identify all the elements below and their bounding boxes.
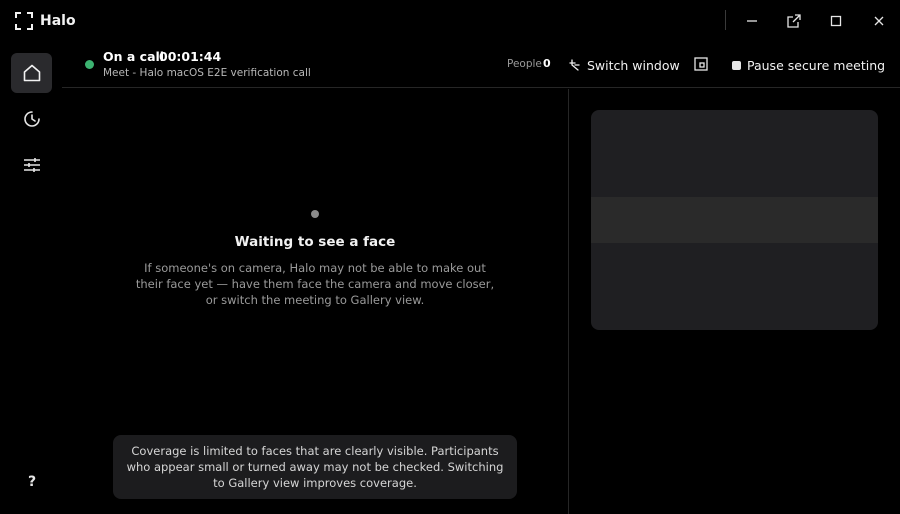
preview-band	[591, 197, 878, 243]
help-button[interactable]: ?	[22, 474, 42, 494]
clock-icon	[23, 111, 40, 127]
waiting-title: Waiting to see a face	[234, 234, 396, 250]
popout-icon	[787, 14, 801, 28]
coverage-note: Coverage is limited to faces that are cl…	[113, 435, 517, 499]
home-icon	[23, 64, 40, 82]
panel-divider	[568, 89, 569, 514]
stop-icon	[732, 60, 741, 70]
call-status-dot	[85, 60, 94, 69]
sliders-icon	[23, 158, 40, 172]
switch-icon	[569, 59, 580, 71]
scan-frame-icon	[15, 12, 33, 30]
minimize-button[interactable]	[739, 8, 765, 34]
sidebar-item-home[interactable]	[11, 53, 52, 93]
main-panel: Waiting to see a face If someone's on ca…	[62, 89, 568, 514]
sidebar: ?	[0, 42, 62, 514]
pause-secure-meeting-label: Pause secure meeting	[747, 57, 886, 73]
call-status: On a call	[103, 49, 165, 64]
waiting-body: If someone's on camera, Halo may not be …	[135, 261, 495, 307]
maximize-button[interactable]	[823, 8, 849, 34]
people-count: 0	[543, 57, 551, 70]
switch-window-label: Switch window	[587, 57, 680, 73]
layout-icon	[694, 57, 708, 71]
close-icon	[874, 16, 884, 26]
close-button[interactable]	[866, 8, 892, 34]
pause-secure-meeting-button[interactable]: Pause secure meeting	[732, 54, 885, 76]
call-header: On a call 00:01:44 Meet - Halo macOS E2E…	[62, 42, 900, 88]
minimize-icon	[747, 20, 757, 22]
sidebar-item-history[interactable]	[11, 99, 52, 139]
sidebar-item-settings[interactable]	[11, 145, 52, 185]
waiting-indicator	[311, 210, 319, 218]
maximize-icon	[830, 15, 842, 27]
call-subtitle: Meet - Halo macOS E2E verification call	[103, 67, 311, 79]
popout-button[interactable]	[781, 8, 807, 34]
layout-button[interactable]	[694, 56, 710, 72]
app-title: Halo	[40, 13, 76, 29]
switch-window-button[interactable]: Switch window	[569, 54, 680, 76]
call-timer: 00:01:44	[159, 49, 222, 64]
video-preview	[591, 110, 878, 330]
title-bar: Halo	[0, 0, 900, 42]
people-label: People	[507, 58, 542, 70]
titlebar-divider	[725, 10, 726, 30]
